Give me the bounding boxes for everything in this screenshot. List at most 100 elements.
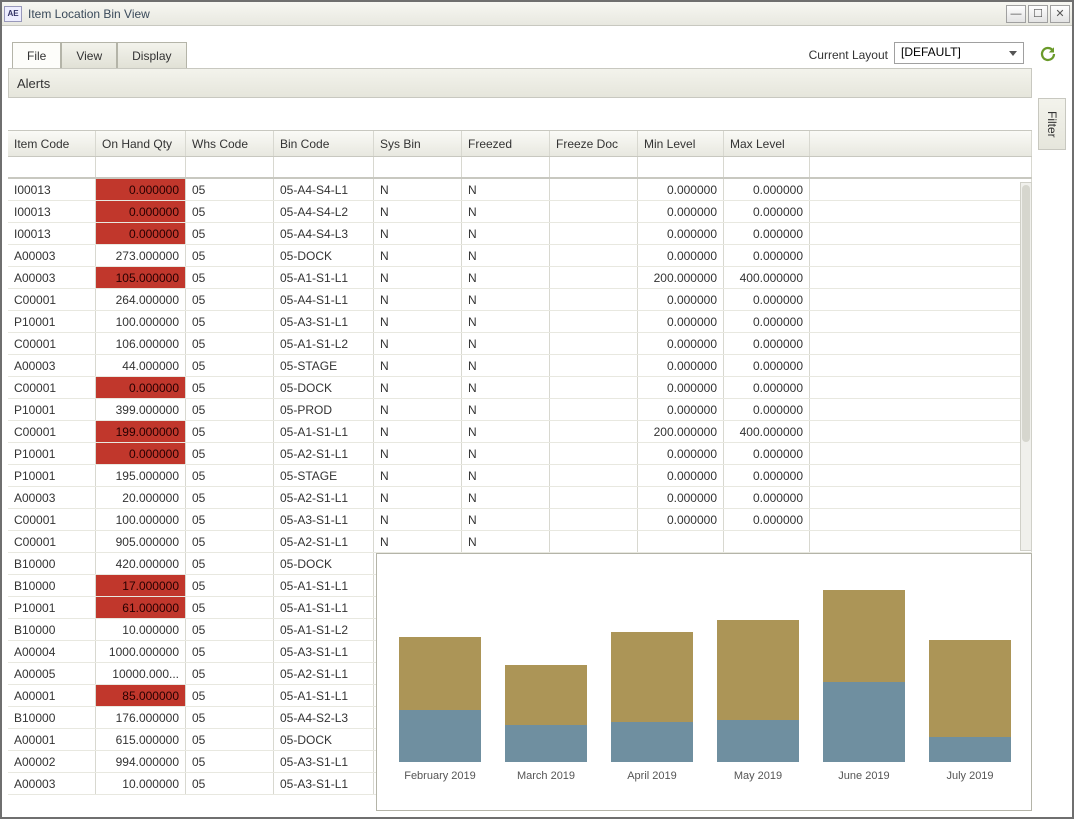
table-cell: 05 [186, 531, 274, 552]
table-cell: 61.000000 [96, 597, 186, 618]
table-cell: 05 [186, 465, 274, 486]
table-cell: 0.000000 [638, 333, 724, 354]
table-cell: 05 [186, 575, 274, 596]
table-row[interactable]: P100010.0000000505-A2-S1-L1NN0.0000000.0… [8, 443, 1032, 465]
table-cell: 399.000000 [96, 399, 186, 420]
table-row[interactable]: A0000320.0000000505-A2-S1-L1NN0.0000000.… [8, 487, 1032, 509]
col-header-freeze-doc[interactable]: Freeze Doc [550, 131, 638, 156]
table-cell: 05-A1-S1-L2 [274, 619, 374, 640]
table-row[interactable]: P10001100.0000000505-A3-S1-L1NN0.0000000… [8, 311, 1032, 333]
table-cell [550, 311, 638, 332]
scrollbar-thumb[interactable] [1022, 185, 1030, 442]
table-cell: 44.000000 [96, 355, 186, 376]
table-cell: 0.000000 [724, 223, 810, 244]
table-row[interactable]: C00001905.0000000505-A2-S1-L1NN [8, 531, 1032, 553]
filter-freeze-doc[interactable] [550, 157, 638, 177]
chart-bar-segment [717, 720, 799, 763]
col-header-min-level[interactable]: Min Level [638, 131, 724, 156]
table-row[interactable]: I000130.0000000505-A4-S4-L3NN0.0000000.0… [8, 223, 1032, 245]
menu-tab-display[interactable]: Display [117, 42, 186, 68]
table-cell [810, 399, 1032, 420]
table-cell: 85.000000 [96, 685, 186, 706]
table-cell: I00013 [8, 223, 96, 244]
col-header-whs-code[interactable]: Whs Code [186, 131, 274, 156]
table-cell: A00001 [8, 685, 96, 706]
table-row[interactable]: A0000344.0000000505-STAGENN0.0000000.000… [8, 355, 1032, 377]
filter-sys-bin[interactable] [374, 157, 462, 177]
col-header-max-level[interactable]: Max Level [724, 131, 810, 156]
table-cell: A00005 [8, 663, 96, 684]
table-row[interactable]: P10001399.0000000505-PRODNN0.0000000.000… [8, 399, 1032, 421]
table-row[interactable]: C00001106.0000000505-A1-S1-L2NN0.0000000… [8, 333, 1032, 355]
chart-panel: February 2019March 2019April 2019May 201… [376, 553, 1032, 811]
table-row[interactable]: A00003273.0000000505-DOCKNN0.0000000.000… [8, 245, 1032, 267]
table-cell: 05-A4-S2-L3 [274, 707, 374, 728]
table-cell: 195.000000 [96, 465, 186, 486]
table-cell [550, 201, 638, 222]
table-cell: N [374, 487, 462, 508]
table-cell: 05-PROD [274, 399, 374, 420]
table-cell: 05 [186, 245, 274, 266]
table-cell: 0.000000 [638, 245, 724, 266]
vertical-scrollbar[interactable] [1020, 182, 1032, 551]
chart-bar-segment [505, 725, 587, 763]
filter-min-level[interactable] [638, 157, 724, 177]
table-cell: N [374, 531, 462, 552]
table-row[interactable]: A00003105.0000000505-A1-S1-L1NN200.00000… [8, 267, 1032, 289]
col-header-sys-bin[interactable]: Sys Bin [374, 131, 462, 156]
filter-item-code[interactable] [8, 157, 96, 177]
table-cell: 05-DOCK [274, 377, 374, 398]
filter-panel-tab[interactable]: Filter [1038, 98, 1066, 150]
table-cell [810, 201, 1032, 222]
table-cell: 05 [186, 773, 274, 794]
table-cell: 1000.000000 [96, 641, 186, 662]
minimize-button[interactable]: — [1006, 5, 1026, 23]
chart-bar-group: June 2019 [823, 590, 905, 783]
table-row[interactable]: P10001195.0000000505-STAGENN0.0000000.00… [8, 465, 1032, 487]
table-cell: N [462, 311, 550, 332]
table-cell: 0.000000 [96, 201, 186, 222]
table-cell [724, 531, 810, 552]
table-cell: P10001 [8, 465, 96, 486]
filter-whs-code[interactable] [186, 157, 274, 177]
window-title: Item Location Bin View [28, 7, 1006, 21]
app-icon: AE [4, 6, 22, 22]
table-cell: 0.000000 [638, 179, 724, 200]
filter-on-hand-qty[interactable] [96, 157, 186, 177]
table-row[interactable]: C000010.0000000505-DOCKNN0.0000000.00000… [8, 377, 1032, 399]
chart-bar-stack [929, 640, 1011, 763]
table-cell [550, 267, 638, 288]
close-button[interactable]: ✕ [1050, 5, 1070, 23]
col-header-bin-code[interactable]: Bin Code [274, 131, 374, 156]
table-cell: N [462, 465, 550, 486]
filter-bin-code[interactable] [274, 157, 374, 177]
filter-freezed[interactable] [462, 157, 550, 177]
menu-tab-view[interactable]: View [61, 42, 117, 68]
table-cell: 0.000000 [724, 245, 810, 266]
table-row[interactable]: C00001199.0000000505-A1-S1-L1NN200.00000… [8, 421, 1032, 443]
table-cell: N [462, 333, 550, 354]
table-cell: 0.000000 [724, 399, 810, 420]
table-cell: 0.000000 [724, 333, 810, 354]
col-header-freezed[interactable]: Freezed [462, 131, 550, 156]
menu-tab-file[interactable]: File [12, 42, 61, 68]
layout-select[interactable]: [DEFAULT] [894, 42, 1024, 64]
col-header-on-hand-qty[interactable]: On Hand Qty [96, 131, 186, 156]
table-cell: 905.000000 [96, 531, 186, 552]
table-cell: 05 [186, 421, 274, 442]
refresh-icon[interactable] [1038, 44, 1058, 64]
table-cell: 05 [186, 333, 274, 354]
chart-x-label: May 2019 [734, 770, 782, 782]
col-header-item-code[interactable]: Item Code [8, 131, 96, 156]
table-row[interactable]: C00001264.0000000505-A4-S1-L1NN0.0000000… [8, 289, 1032, 311]
table-row[interactable]: C00001100.0000000505-A3-S1-L1NN0.0000000… [8, 509, 1032, 531]
table-cell: 05 [186, 443, 274, 464]
table-row[interactable]: I000130.0000000505-A4-S4-L2NN0.0000000.0… [8, 201, 1032, 223]
table-cell: 0.000000 [724, 487, 810, 508]
maximize-button[interactable]: ☐ [1028, 5, 1048, 23]
table-cell [810, 377, 1032, 398]
table-cell: N [462, 487, 550, 508]
table-row[interactable]: I000130.0000000505-A4-S4-L1NN0.0000000.0… [8, 179, 1032, 201]
filter-max-level[interactable] [724, 157, 810, 177]
table-cell: 05-A1-S1-L1 [274, 421, 374, 442]
